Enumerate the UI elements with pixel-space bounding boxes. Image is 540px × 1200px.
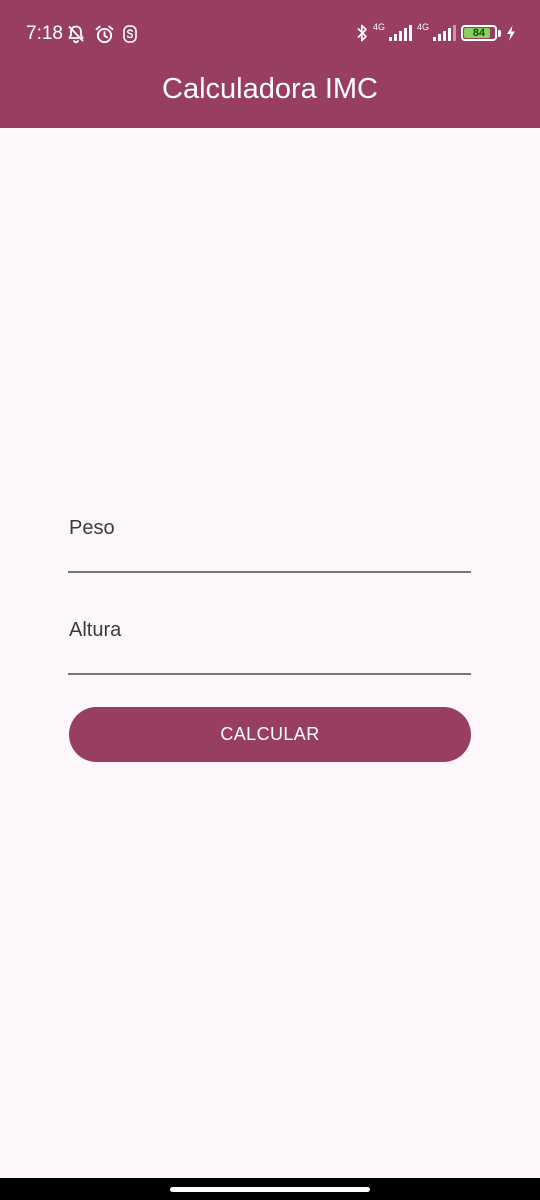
- network-type-2: 4G: [416, 21, 429, 32]
- peso-field[interactable]: Peso: [68, 512, 471, 574]
- home-gesture-handle[interactable]: [170, 1187, 370, 1192]
- navigation-bar: [0, 1178, 540, 1200]
- app-bar: 7:18 4G 4G 84 Calculadora IMC: [0, 0, 540, 128]
- alarm-clock-icon: [94, 24, 115, 45]
- bell-off-icon: [66, 24, 86, 44]
- altura-underline: [68, 673, 471, 675]
- charging-bolt-icon: [506, 25, 516, 41]
- network-type-1: 4G: [372, 21, 385, 32]
- battery-level: 84: [472, 27, 486, 39]
- signal-4g-2-icon: [432, 24, 456, 42]
- app-title: Calculadora IMC: [162, 73, 378, 105]
- peso-label: Peso: [69, 517, 115, 539]
- status-icons-left: [66, 22, 137, 46]
- bluetooth-icon: [356, 23, 368, 43]
- calcular-button[interactable]: CALCULAR: [69, 707, 471, 762]
- peso-underline: [68, 571, 471, 573]
- altura-label: Altura: [69, 619, 122, 641]
- altura-field[interactable]: Altura: [68, 614, 471, 676]
- app-s-icon: [123, 25, 137, 43]
- status-icons-right: 4G 4G 84: [356, 20, 516, 46]
- status-time: 7:18: [26, 23, 63, 44]
- status-bar: 7:18 4G 4G 84: [0, 0, 540, 64]
- battery-tip: [498, 29, 501, 37]
- battery-icon: 84: [461, 25, 497, 41]
- signal-4g-1-icon: [388, 24, 412, 42]
